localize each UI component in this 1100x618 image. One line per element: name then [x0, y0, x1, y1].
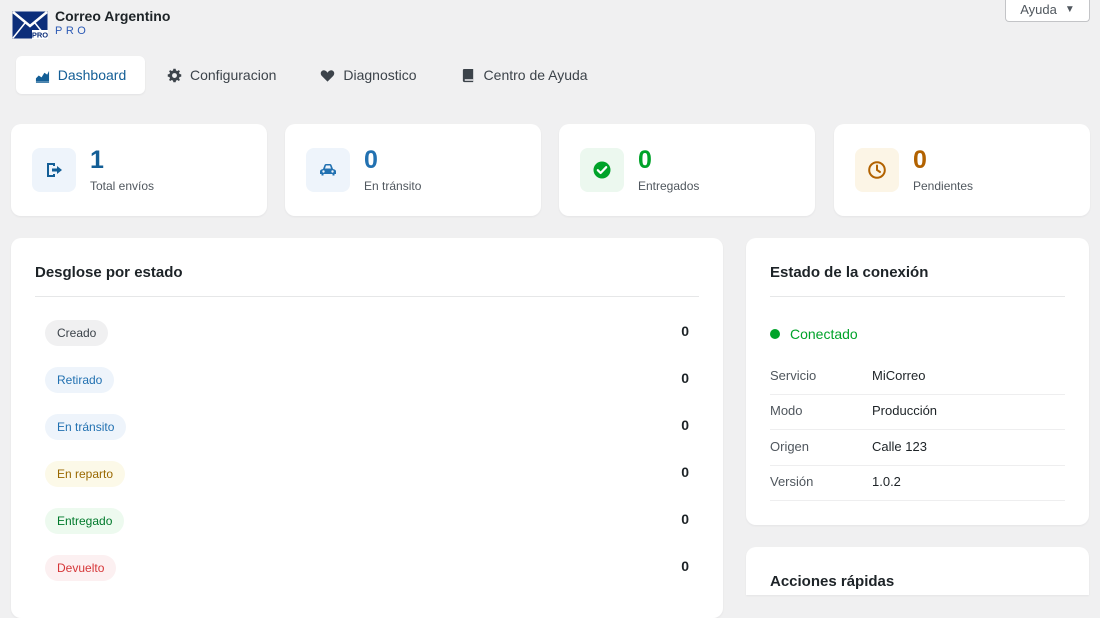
- info-row-modo: Modo Producción: [770, 394, 1065, 430]
- connection-title: Estado de la conexión: [770, 264, 929, 281]
- connection-status: Conectado: [770, 326, 858, 342]
- help-label: Ayuda: [1020, 2, 1057, 17]
- stat-card-pendientes: 0 Pendientes: [834, 124, 1090, 216]
- status-count: 0: [681, 558, 689, 574]
- tab-label: Diagnostico: [343, 67, 417, 83]
- info-key: Origen: [770, 439, 810, 454]
- stat-value: 0: [364, 146, 378, 174]
- book-icon: [462, 68, 473, 82]
- status-row-devuelto: Devuelto 0: [45, 553, 689, 583]
- caret-down-icon: ▼: [1064, 4, 1075, 15]
- stat-icon-box: [580, 148, 624, 192]
- info-key: Versión: [770, 474, 814, 489]
- quick-actions-panel: Acciones rápidas: [746, 547, 1089, 595]
- gear-icon: [167, 68, 182, 82]
- brand: Correo Argentino PRO: [55, 8, 170, 38]
- status-pill: Retirado: [45, 367, 115, 393]
- info-row-version: Versión 1.0.2: [770, 465, 1065, 501]
- connection-panel: Estado de la conexión Conectado Servicio…: [746, 238, 1089, 525]
- tab-label: Dashboard: [57, 67, 127, 83]
- status-pill: Creado: [45, 320, 109, 346]
- status-count: 0: [681, 323, 689, 339]
- status-row-en-transito: En tránsito 0: [45, 412, 689, 442]
- tab-centro-de-ayuda[interactable]: Centro de Ayuda: [439, 56, 610, 94]
- stat-icon-box: [855, 148, 899, 192]
- tab-configuracion[interactable]: Configuracion: [145, 56, 298, 94]
- chart-area-icon: [35, 70, 49, 83]
- status-count: 0: [681, 417, 689, 433]
- info-row-servicio: Servicio MiCorreo: [770, 359, 1065, 395]
- stat-label: Pendientes: [913, 179, 974, 193]
- tab-label: Configuracion: [190, 67, 277, 83]
- status-pill: Devuelto: [45, 555, 117, 581]
- status-pill: En reparto: [45, 461, 126, 487]
- info-row-origen: Origen Calle 123: [770, 430, 1065, 466]
- stat-label: Entregados: [638, 179, 700, 193]
- status-row-en-reparto: En reparto 0: [45, 459, 689, 489]
- status-pill: Entregado: [45, 508, 125, 534]
- check-circle-icon: [593, 161, 611, 179]
- info-value: Calle 123: [872, 439, 927, 454]
- tab-diagnostico[interactable]: Diagnostico: [298, 56, 438, 94]
- export-icon: [47, 163, 62, 177]
- stat-value: 0: [913, 146, 927, 174]
- status-row-retirado: Retirado 0: [45, 365, 689, 395]
- app-header: PRO Correo Argentino PRO: [12, 8, 170, 39]
- info-key: Modo: [770, 403, 803, 418]
- stat-card-en-transito: 0 En tránsito: [285, 124, 541, 216]
- status-count: 0: [681, 464, 689, 480]
- connection-status-label: Conectado: [790, 326, 858, 342]
- stat-label: Total envíos: [90, 179, 155, 193]
- clock-icon: [868, 161, 886, 179]
- info-value: Producción: [872, 403, 938, 418]
- tab-dashboard[interactable]: Dashboard: [16, 56, 145, 94]
- status-count: 0: [681, 511, 689, 527]
- info-value: 1.0.2: [872, 474, 901, 489]
- stat-card-total-envios: 1 Total envíos: [11, 124, 267, 216]
- quick-actions-title: Acciones rápidas: [770, 573, 895, 590]
- stat-value: 0: [638, 146, 652, 174]
- car-icon: [320, 164, 336, 176]
- app-title: Correo Argentino: [55, 8, 171, 24]
- status-row-entregado: Entregado 0: [45, 506, 689, 536]
- info-key: Servicio: [770, 368, 817, 383]
- logo-badge: PRO: [32, 31, 48, 40]
- breakdown-panel: Desglose por estado Creado 0 Retirado 0 …: [11, 238, 723, 618]
- main-tabs: Dashboard Configuracion Diagnostico Cent…: [16, 56, 610, 94]
- stat-card-entregados: 0 Entregados: [559, 124, 815, 216]
- info-value: MiCorreo: [872, 368, 926, 383]
- stat-label: En tránsito: [364, 179, 422, 193]
- stat-icon-box: [306, 148, 350, 192]
- help-dropdown-button[interactable]: Ayuda ▼: [1005, 0, 1090, 22]
- envelope-logo-icon: PRO: [12, 11, 48, 39]
- stat-value: 1: [90, 146, 104, 174]
- divider: [35, 296, 699, 297]
- divider: [770, 296, 1065, 297]
- heart-icon: [321, 69, 335, 82]
- status-row-creado: Creado 0: [45, 318, 689, 348]
- tab-label: Centro de Ayuda: [483, 67, 588, 83]
- status-count: 0: [681, 370, 689, 386]
- breakdown-title: Desglose por estado: [35, 264, 183, 281]
- app-subtitle: PRO: [55, 25, 90, 37]
- status-dot-icon: [770, 329, 780, 339]
- stat-icon-box: [32, 148, 76, 192]
- status-pill: En tránsito: [45, 414, 127, 440]
